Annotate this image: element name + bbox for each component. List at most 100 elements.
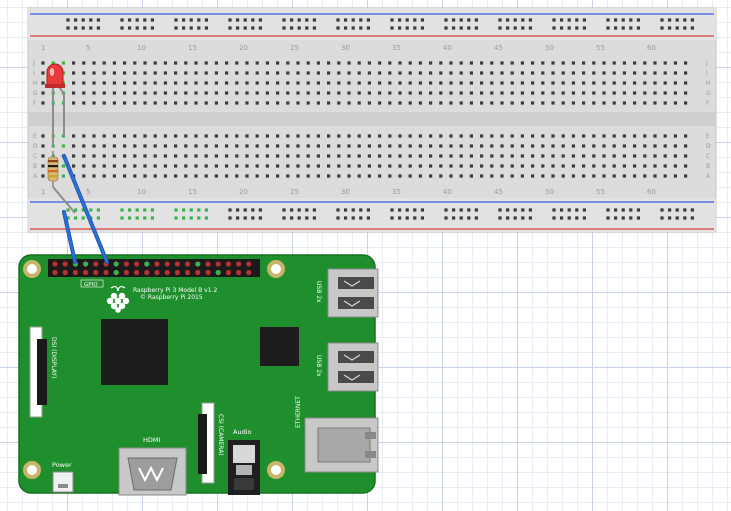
breadboard-hole[interactable] — [92, 174, 96, 178]
gpio-pin[interactable] — [246, 269, 252, 276]
breadboard-hole[interactable] — [235, 134, 239, 138]
breadboard-hole[interactable] — [286, 174, 290, 178]
breadboard-hole[interactable] — [469, 101, 473, 105]
breadboard-hole[interactable] — [143, 144, 147, 148]
breadboard-hole[interactable] — [636, 208, 640, 212]
breadboard-hole[interactable] — [327, 144, 331, 148]
breadboard-hole[interactable] — [388, 91, 392, 95]
breadboard-hole[interactable] — [337, 81, 341, 85]
breadboard-hole[interactable] — [197, 26, 201, 30]
breadboard-hole[interactable] — [336, 26, 340, 30]
breadboard-hole[interactable] — [551, 101, 555, 105]
breadboard-hole[interactable] — [690, 216, 694, 220]
breadboard-hole[interactable] — [444, 26, 448, 30]
breadboard-hole[interactable] — [120, 26, 124, 30]
breadboard-hole[interactable] — [663, 134, 667, 138]
breadboard-hole[interactable] — [643, 174, 647, 178]
breadboard-hole[interactable] — [297, 208, 301, 212]
breadboard-hole[interactable] — [378, 134, 382, 138]
breadboard-hole[interactable] — [614, 26, 618, 30]
breadboard-hole[interactable] — [89, 18, 93, 22]
breadboard-hole[interactable] — [194, 61, 198, 65]
breadboard-hole[interactable] — [622, 134, 626, 138]
breadboard-hole[interactable] — [133, 164, 137, 168]
breadboard-hole[interactable] — [612, 144, 616, 148]
breadboard-hole[interactable] — [490, 81, 494, 85]
breadboard-hole[interactable] — [398, 91, 402, 95]
breadboard-hole[interactable] — [282, 216, 286, 220]
breadboard-hole[interactable] — [66, 208, 70, 212]
breadboard-hole[interactable] — [474, 216, 478, 220]
breadboard-hole[interactable] — [153, 61, 157, 65]
breadboard-hole[interactable] — [174, 164, 178, 168]
breadboard-hole[interactable] — [225, 154, 229, 158]
breadboard-hole[interactable] — [388, 164, 392, 168]
breadboard-hole[interactable] — [612, 134, 616, 138]
breadboard-hole[interactable] — [500, 91, 504, 95]
breadboard-hole[interactable] — [72, 71, 76, 75]
breadboard-hole[interactable] — [621, 18, 625, 22]
breadboard-hole[interactable] — [520, 134, 524, 138]
breadboard-hole[interactable] — [439, 134, 443, 138]
breadboard-hole[interactable] — [366, 208, 370, 212]
breadboard-hole[interactable] — [41, 91, 45, 95]
breadboard-hole[interactable] — [235, 174, 239, 178]
breadboard-hole[interactable] — [225, 61, 229, 65]
breadboard-hole[interactable] — [673, 154, 677, 158]
breadboard-hole[interactable] — [189, 208, 193, 212]
breadboard-hole[interactable] — [413, 216, 417, 220]
gpio-pin[interactable] — [62, 261, 68, 267]
breadboard-hole[interactable] — [668, 208, 672, 212]
breadboard-hole[interactable] — [622, 144, 626, 148]
breadboard-hole[interactable] — [72, 101, 76, 105]
breadboard-hole[interactable] — [633, 81, 637, 85]
breadboard-hole[interactable] — [571, 61, 575, 65]
breadboard-hole[interactable] — [265, 81, 269, 85]
breadboard-hole[interactable] — [467, 208, 471, 212]
breadboard-hole[interactable] — [174, 61, 178, 65]
breadboard-hole[interactable] — [123, 154, 127, 158]
breadboard-hole[interactable] — [408, 61, 412, 65]
breadboard-hole[interactable] — [520, 101, 524, 105]
breadboard-hole[interactable] — [306, 91, 310, 95]
breadboard-hole[interactable] — [480, 81, 484, 85]
breadboard-hole[interactable] — [150, 18, 154, 22]
breadboard-hole[interactable] — [184, 144, 188, 148]
breadboard-hole[interactable] — [143, 134, 147, 138]
breadboard-hole[interactable] — [551, 174, 555, 178]
breadboard-hole[interactable] — [575, 18, 579, 22]
breadboard-hole[interactable] — [336, 216, 340, 220]
breadboard-hole[interactable] — [344, 26, 348, 30]
gpio-pin[interactable] — [215, 269, 221, 276]
breadboard-hole[interactable] — [660, 208, 664, 212]
breadboard-hole[interactable] — [378, 61, 382, 65]
breadboard-hole[interactable] — [621, 216, 625, 220]
breadboard-hole[interactable] — [683, 208, 687, 212]
breadboard-hole[interactable] — [194, 81, 198, 85]
breadboard-hole[interactable] — [96, 216, 100, 220]
breadboard-hole[interactable] — [359, 208, 363, 212]
breadboard-hole[interactable] — [490, 71, 494, 75]
breadboard-hole[interactable] — [245, 134, 249, 138]
breadboard-hole[interactable] — [282, 208, 286, 212]
breadboard-hole[interactable] — [561, 164, 565, 168]
breadboard-hole[interactable] — [413, 18, 417, 22]
breadboard-hole[interactable] — [337, 134, 341, 138]
breadboard-hole[interactable] — [112, 134, 116, 138]
breadboard-hole[interactable] — [204, 216, 208, 220]
breadboard-hole[interactable] — [643, 164, 647, 168]
breadboard-hole[interactable] — [449, 174, 453, 178]
breadboard-hole[interactable] — [498, 18, 502, 22]
breadboard-hole[interactable] — [357, 144, 361, 148]
breadboard-hole[interactable] — [673, 134, 677, 138]
breadboard-hole[interactable] — [684, 134, 688, 138]
breadboard-hole[interactable] — [214, 71, 218, 75]
gpio-pin[interactable] — [185, 269, 191, 276]
breadboard-hole[interactable] — [184, 134, 188, 138]
breadboard-hole[interactable] — [408, 154, 412, 158]
breadboard-hole[interactable] — [439, 71, 443, 75]
breadboard-hole[interactable] — [194, 164, 198, 168]
breadboard-hole[interactable] — [474, 26, 478, 30]
breadboard-hole[interactable] — [469, 134, 473, 138]
breadboard-hole[interactable] — [653, 174, 657, 178]
